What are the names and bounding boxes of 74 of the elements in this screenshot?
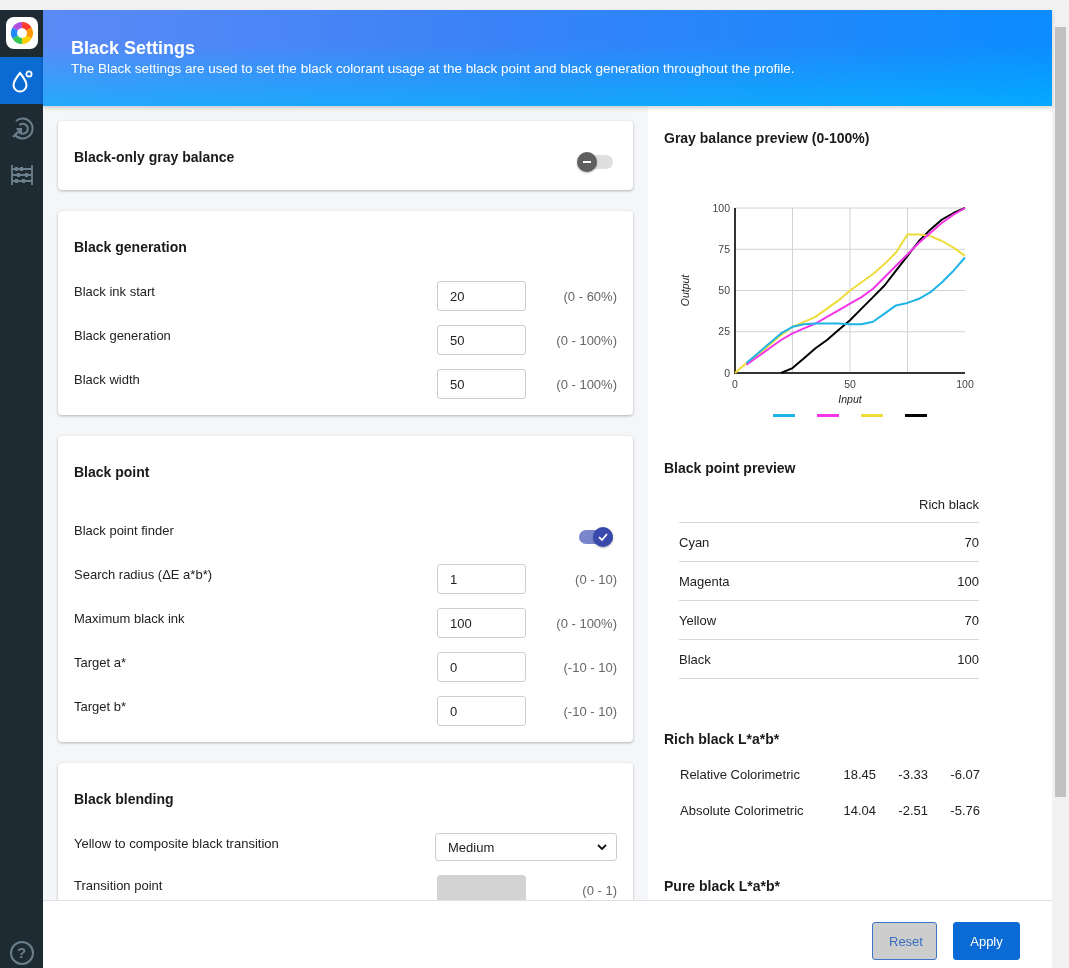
table-cell: 100 — [957, 573, 979, 589]
table-cell-text: -6.07 — [949, 766, 980, 782]
section-heading: Rich black L*a*b* — [664, 730, 781, 749]
field-label: Search radius (ΔE a*b*) — [74, 566, 214, 584]
table-cell: Cyan — [679, 534, 710, 550]
field-label: Maximum black ink — [74, 610, 186, 628]
section-heading: Black point preview — [664, 459, 797, 478]
card-title: Black generation — [74, 238, 188, 257]
range-hint: (0 - 1) — [581, 882, 617, 898]
field-label: Black generation — [74, 327, 172, 345]
table-cell: 70 — [964, 612, 979, 628]
range-hint: (0 - 60%) — [562, 288, 617, 304]
range-hint: (-10 - 10) — [562, 703, 617, 719]
axis-tick-label: 50 — [718, 284, 730, 297]
table-cell: 100 — [957, 651, 979, 667]
page-description: The Black settings are used to set the black colorant usage at the black point and black generation throughout the profile. — [71, 60, 796, 78]
number-input[interactable]: 100 — [437, 608, 526, 638]
scrollbar-thumb[interactable] — [1055, 27, 1066, 797]
axis-tick-label: 0 — [732, 378, 738, 390]
axis-tick-label: 75 — [718, 242, 730, 255]
axis-tick-label: 100 — [712, 201, 730, 214]
axis-tick-label: 25 — [718, 325, 730, 338]
table-cell: 70 — [964, 534, 979, 550]
table-cell-text: -3.33 — [897, 766, 928, 782]
abacus-icon — [9, 162, 34, 187]
number-input[interactable]: 1 — [437, 564, 526, 594]
card-title: Black blending — [74, 790, 175, 809]
help-button[interactable]: ? — [9, 941, 34, 965]
table-cell: Magenta — [679, 573, 730, 589]
axis-title: Output — [680, 274, 691, 307]
range-hint: (0 - 100%) — [555, 332, 617, 348]
axis-tick-label: 100 — [956, 378, 974, 390]
table-cell: Yellow — [679, 612, 717, 628]
field-label: Transition point — [74, 877, 164, 895]
dropdown-field[interactable]: Medium — [435, 833, 617, 861]
table-cell-text: 18.45 — [842, 766, 876, 782]
toggle-switch[interactable] — [577, 152, 613, 172]
sidebar-item[interactable] — [0, 57, 43, 104]
range-hint: (0 - 100%) — [555, 615, 617, 631]
column-header: Rich black — [919, 497, 979, 512]
toggle-switch[interactable] — [577, 527, 613, 547]
number-input[interactable]: 50 — [437, 369, 526, 399]
card-title: Black-only gray balance — [74, 148, 235, 167]
section-heading: Pure black L*a*b* — [664, 877, 781, 896]
number-input[interactable]: 0 — [437, 652, 526, 682]
axis-tick-label: 50 — [844, 378, 856, 390]
table-cell-text: 14.04 — [842, 802, 876, 818]
card-title: Black point — [74, 463, 151, 482]
check-icon — [598, 532, 608, 542]
number-input[interactable]: 20 — [437, 281, 526, 311]
axis-tick-label: 0 — [724, 366, 730, 379]
table-cell-text: -5.76 — [949, 802, 980, 818]
table-cell-text: Absolute Colorimetric — [680, 802, 805, 818]
table-cell-text: Relative Colorimetric — [680, 766, 801, 782]
apply-button[interactable]: Apply — [953, 922, 1020, 960]
app-logo-icon[interactable] — [5, 17, 38, 49]
scrollbar[interactable] — [1052, 10, 1069, 968]
range-hint: (0 - 100%) — [555, 376, 617, 392]
field-label: Black ink start — [74, 283, 156, 301]
section-heading: Gray balance preview (0-100%) — [664, 129, 871, 148]
axis-title: Input — [838, 393, 862, 405]
field-label: Target b* — [74, 698, 128, 716]
field-label: Black width — [74, 371, 141, 389]
number-input[interactable]: 50 — [437, 325, 526, 355]
field-label: Target a* — [74, 654, 128, 672]
range-hint: (-10 - 10) — [562, 659, 617, 675]
field-label: Yellow to composite black transition — [74, 835, 280, 853]
field-label: Black point finder — [74, 522, 175, 540]
page-title: Black Settings — [71, 37, 197, 59]
range-hint: (0 - 10) — [574, 571, 617, 587]
table-cell-text: -2.51 — [897, 802, 928, 818]
table-cell: Black — [679, 651, 711, 667]
number-input[interactable]: 0 — [437, 696, 526, 726]
chevron-down-icon — [597, 844, 607, 850]
